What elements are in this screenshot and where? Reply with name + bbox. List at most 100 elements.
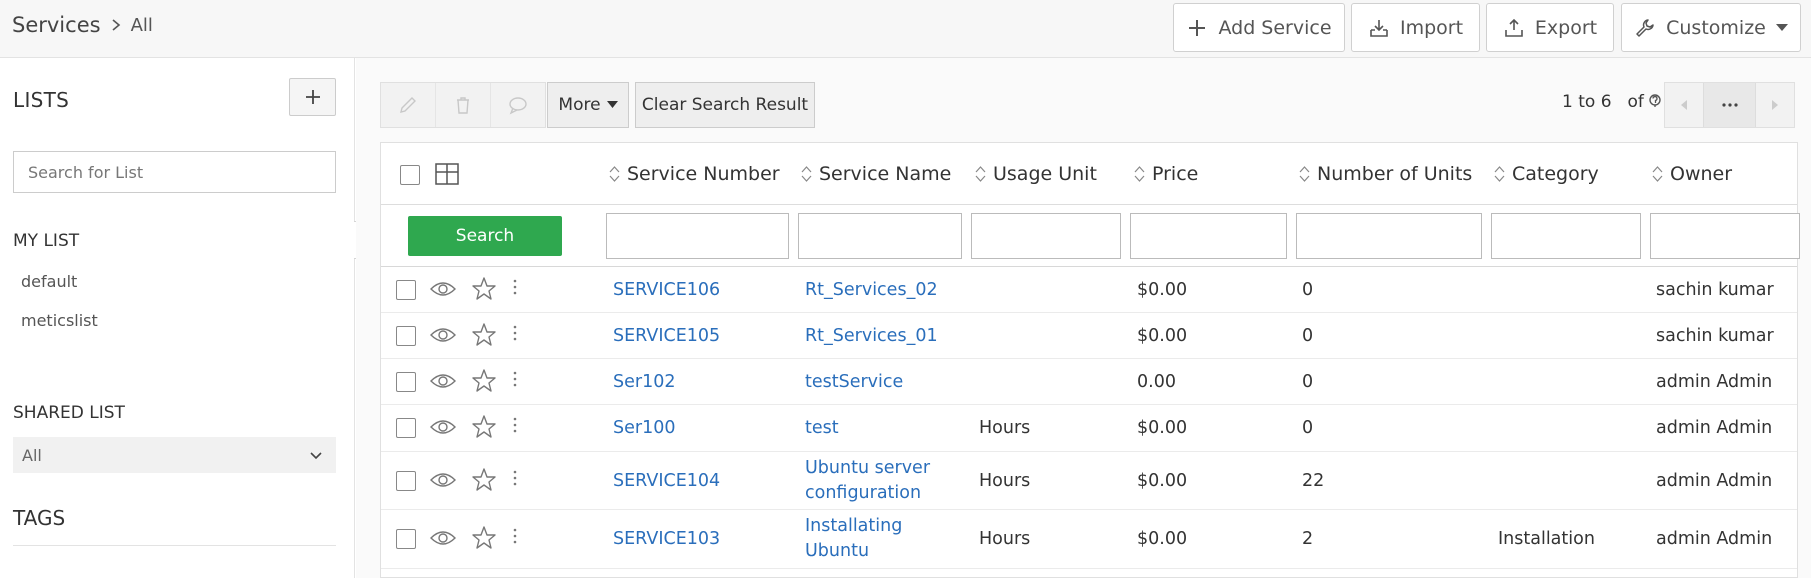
columns-icon[interactable] [435, 163, 459, 185]
service-name-link[interactable]: test [805, 416, 839, 441]
sort-icon [1299, 165, 1310, 183]
row-checkbox[interactable] [396, 471, 416, 491]
units-cell: 0 [1302, 280, 1314, 300]
more-vertical-icon[interactable] [512, 469, 518, 487]
usage-unit-cell: Hours [979, 418, 1031, 438]
column-label: Service Number [627, 163, 780, 185]
edit-button[interactable] [381, 83, 436, 127]
star-icon[interactable] [471, 525, 497, 551]
service-number-link[interactable]: SERVICE104 [613, 469, 720, 494]
customize-button[interactable]: Customize [1621, 3, 1801, 52]
table-row[interactable]: SERVICE106 Rt_Services_02 $0.00 0 sachin… [381, 268, 1797, 313]
service-number-link[interactable]: SERVICE103 [613, 527, 720, 552]
table-row[interactable]: Ser100 test Hours $0.00 0 admin Admin [381, 406, 1797, 452]
wrench-icon [1634, 17, 1656, 39]
more-vertical-icon[interactable] [512, 278, 518, 296]
column-header-usage-unit[interactable]: Usage Unit [975, 163, 1097, 185]
add-service-button[interactable]: Add Service [1173, 3, 1345, 52]
row-checkbox[interactable] [396, 280, 416, 300]
column-header-category[interactable]: Category [1494, 163, 1599, 185]
service-name-link[interactable]: Rt_Services_02 [805, 278, 938, 303]
list-search-input[interactable] [13, 151, 336, 193]
filter-service-name-input[interactable] [798, 213, 962, 259]
select-all-checkbox[interactable] [400, 165, 420, 185]
pagination-more-button[interactable] [1703, 83, 1756, 127]
filter-usage-unit-input[interactable] [971, 213, 1121, 259]
filter-service-number-input[interactable] [606, 213, 789, 259]
row-checkbox[interactable] [396, 326, 416, 346]
comment-button[interactable] [491, 83, 545, 127]
row-checkbox[interactable] [396, 529, 416, 549]
service-number-link[interactable]: SERVICE106 [613, 278, 720, 303]
star-icon[interactable] [471, 276, 497, 302]
sort-icon [1494, 165, 1505, 183]
help-icon[interactable] [1648, 93, 1662, 111]
filter-category-input[interactable] [1491, 213, 1641, 259]
export-button[interactable]: Export [1486, 3, 1614, 52]
shared-list-select[interactable]: All [13, 437, 336, 473]
service-name-link[interactable]: Ubuntu server configuration [805, 456, 945, 506]
service-number-link[interactable]: Ser100 [613, 416, 675, 441]
search-button[interactable]: Search [408, 216, 562, 256]
sort-icon [1652, 165, 1663, 183]
eye-icon[interactable] [429, 371, 457, 391]
breadcrumb-root[interactable]: Services [12, 13, 101, 37]
price-cell: $0.00 [1137, 471, 1188, 491]
service-number-link[interactable]: SERVICE105 [613, 324, 720, 349]
more-vertical-icon[interactable] [512, 416, 518, 434]
customize-label: Customize [1666, 16, 1766, 39]
price-cell: $0.00 [1137, 280, 1188, 300]
add-service-label: Add Service [1218, 16, 1332, 39]
star-icon[interactable] [471, 322, 497, 348]
table-row[interactable]: SERVICE103 Installating Ubuntu Hours $0.… [381, 511, 1797, 569]
column-header-price[interactable]: Price [1134, 163, 1198, 185]
more-vertical-icon[interactable] [512, 324, 518, 342]
table-row[interactable]: SERVICE105 Rt_Services_01 $0.00 0 sachin… [381, 314, 1797, 359]
chevron-right-icon [109, 18, 123, 32]
column-header-number-of-units[interactable]: Number of Units [1299, 163, 1472, 185]
star-icon[interactable] [471, 368, 497, 394]
column-header-service-name[interactable]: Service Name [801, 163, 951, 185]
star-icon[interactable] [471, 414, 497, 440]
list-item-default[interactable]: default [21, 272, 77, 291]
more-dropdown-button[interactable]: More [547, 82, 629, 128]
filter-row: Search [381, 206, 1800, 267]
table-row[interactable]: SERVICE104 Ubuntu server configuration H… [381, 453, 1797, 510]
price-cell: $0.00 [1137, 326, 1188, 346]
filter-owner-input[interactable] [1650, 213, 1800, 259]
eye-icon[interactable] [429, 528, 457, 548]
star-icon[interactable] [471, 467, 497, 493]
price-cell: $0.00 [1137, 418, 1188, 438]
row-checkbox[interactable] [396, 372, 416, 392]
filter-price-input[interactable] [1130, 213, 1287, 259]
column-label: Service Name [819, 163, 952, 185]
column-header-service-number[interactable]: Service Number [609, 163, 780, 185]
import-button[interactable]: Import [1351, 3, 1480, 52]
list-item-meticslist[interactable]: meticslist [21, 311, 98, 330]
eye-icon[interactable] [429, 417, 457, 437]
add-list-button[interactable] [289, 78, 336, 116]
row-checkbox[interactable] [396, 418, 416, 438]
service-number-link[interactable]: Ser102 [613, 370, 675, 395]
prev-page-button[interactable] [1665, 83, 1703, 127]
table-row[interactable]: Ser102 testService 0.00 0 admin Admin [381, 360, 1797, 405]
column-header-owner[interactable]: Owner [1652, 163, 1732, 185]
more-vertical-icon[interactable] [512, 370, 518, 388]
more-vertical-icon[interactable] [512, 527, 518, 545]
delete-button[interactable] [436, 83, 491, 127]
service-name-link[interactable]: testService [805, 370, 903, 395]
my-list-title: MY LIST [13, 231, 80, 251]
eye-icon[interactable] [429, 279, 457, 299]
column-label: Number of Units [1317, 163, 1473, 185]
eye-icon[interactable] [429, 470, 457, 490]
service-name-link[interactable]: Installating Ubuntu [805, 514, 915, 564]
sort-icon [801, 165, 812, 183]
eye-icon[interactable] [429, 325, 457, 345]
service-name-link[interactable]: Rt_Services_01 [805, 324, 938, 349]
filter-number-of-units-input[interactable] [1296, 213, 1482, 259]
tags-title: TAGS [13, 506, 66, 530]
category-cell: Installation [1498, 529, 1595, 549]
services-table: Service Number Service Name Usage Unit P… [380, 142, 1800, 578]
next-page-button[interactable] [1756, 83, 1794, 127]
clear-search-button[interactable]: Clear Search Result [635, 82, 815, 128]
